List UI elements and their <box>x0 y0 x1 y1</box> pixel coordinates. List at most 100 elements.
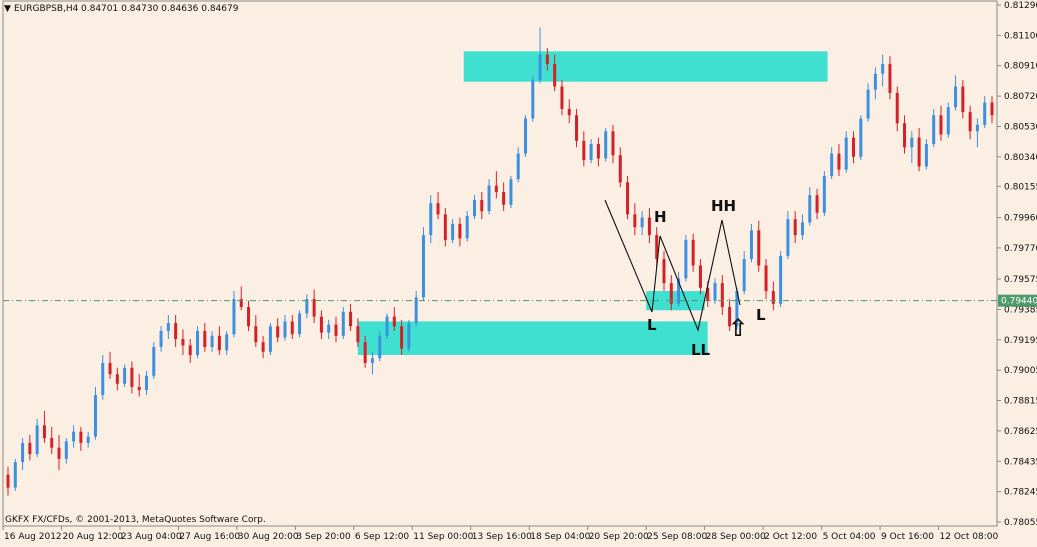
candle-body <box>720 283 724 308</box>
candle-body <box>276 326 280 338</box>
time-tick-label: 9 Oct 16:00 <box>881 532 934 542</box>
candle-body <box>582 140 586 161</box>
candle-body <box>509 179 513 205</box>
candle-body <box>50 438 54 448</box>
price-tick-label: 0.78815 <box>1004 397 1037 407</box>
candle-body <box>319 316 323 333</box>
candle <box>509 176 513 208</box>
candle-body <box>188 345 192 355</box>
candle <box>946 102 950 138</box>
candle-body <box>596 144 600 159</box>
candle-body <box>567 108 571 116</box>
candle-body <box>130 367 134 387</box>
candle-body <box>954 86 958 108</box>
candle <box>341 307 345 340</box>
candle-body <box>742 259 746 292</box>
ohlc-values: 0.84701 0.84730 0.84636 0.84679 <box>81 4 239 14</box>
candle-body <box>312 299 316 317</box>
supply-demand-zone[interactable] <box>463 51 828 82</box>
price-tick-label: 0.79960 <box>1004 214 1037 224</box>
time-tick-label: 13 Sep 16:00 <box>472 532 532 542</box>
candle <box>298 310 302 338</box>
time-tick-label: 5 Oct 04:00 <box>823 532 876 542</box>
candle-body <box>414 297 418 324</box>
price-tick-label: 0.78055 <box>1004 518 1037 528</box>
candle-body <box>6 474 10 488</box>
candle-body <box>618 155 622 183</box>
candle-body <box>305 299 309 314</box>
label-ll: LL <box>691 341 711 359</box>
time-tick-label: 3 Sep 20:00 <box>296 532 351 542</box>
candle-body <box>57 447 61 459</box>
candle-body <box>604 131 608 159</box>
time-tick-label: 27 Aug 16:00 <box>179 532 240 542</box>
candle-body <box>203 331 207 348</box>
candle-body <box>487 185 491 212</box>
candle <box>859 115 863 161</box>
price-tick-label: 0.80910 <box>1004 62 1037 72</box>
price-tick-label: 0.81290 <box>1004 1 1037 11</box>
candle-body <box>465 215 469 239</box>
label-h: H <box>654 208 667 226</box>
candle-body <box>115 374 119 384</box>
time-tick-label: 30 Aug 20:00 <box>238 532 299 542</box>
candle-body <box>480 199 484 212</box>
price-chart[interactable]: H HH L LL L ⇧ 0.81290 0.81100 0.80910 0.807… <box>0 0 1037 543</box>
candle-body <box>553 64 557 87</box>
candle-body <box>436 203 440 215</box>
candle-body <box>370 358 374 363</box>
candle-body <box>159 331 163 348</box>
candle-body <box>990 102 994 116</box>
price-tick-label: 0.81100 <box>1004 31 1037 41</box>
candle-body <box>983 102 987 125</box>
candle <box>196 326 200 359</box>
candle-body <box>903 123 907 148</box>
candle-body <box>400 326 404 349</box>
candle-body <box>254 326 258 343</box>
candle-body <box>575 115 579 141</box>
candle-body <box>757 230 761 266</box>
time-tick-label: 12 Oct 08:00 <box>940 532 999 542</box>
candle-body <box>852 137 856 157</box>
candle-body <box>392 316 396 327</box>
menu-icon[interactable]: ▼ <box>4 4 11 14</box>
candle <box>407 319 411 352</box>
candle <box>524 115 528 157</box>
candle-body <box>21 442 25 463</box>
candle-body <box>516 153 520 180</box>
price-tick-label: 0.79005 <box>1004 366 1037 376</box>
candle-body <box>247 307 251 327</box>
candle-body <box>815 195 819 213</box>
candle-body <box>341 311 345 336</box>
candle-body <box>196 331 200 355</box>
candle-body <box>407 323 411 349</box>
candle-body <box>888 64 892 93</box>
time-tick-label: 28 Sep 00:00 <box>706 532 766 542</box>
candle-body <box>822 176 826 213</box>
candle-body <box>910 137 914 148</box>
candle-body <box>86 436 90 443</box>
candle-body <box>917 137 921 167</box>
candle <box>268 323 272 355</box>
candle <box>822 171 826 216</box>
candle-body <box>217 335 221 351</box>
time-tick-label: 25 Sep 08:00 <box>647 532 707 542</box>
candle-body <box>166 323 170 332</box>
candle-body <box>837 153 841 170</box>
candle-body <box>524 118 528 154</box>
candle-body <box>779 255 783 304</box>
candle-body <box>232 299 236 335</box>
candle-body <box>611 131 615 156</box>
candle-body <box>932 115 936 145</box>
candle-body <box>538 54 542 81</box>
time-tick-label: 23 Aug 04:00 <box>121 532 182 542</box>
trading-chart-window[interactable]: H HH L LL L ⇧ 0.81290 0.81100 0.80910 0.807… <box>0 0 1037 543</box>
candle-body <box>210 335 214 348</box>
candle-body <box>647 217 651 236</box>
candle-body <box>13 462 17 488</box>
candle <box>152 342 156 379</box>
price-tick-label: 0.80530 <box>1004 122 1037 132</box>
candle-body <box>261 342 265 352</box>
candle-body <box>385 316 389 336</box>
candle-body <box>946 107 950 135</box>
